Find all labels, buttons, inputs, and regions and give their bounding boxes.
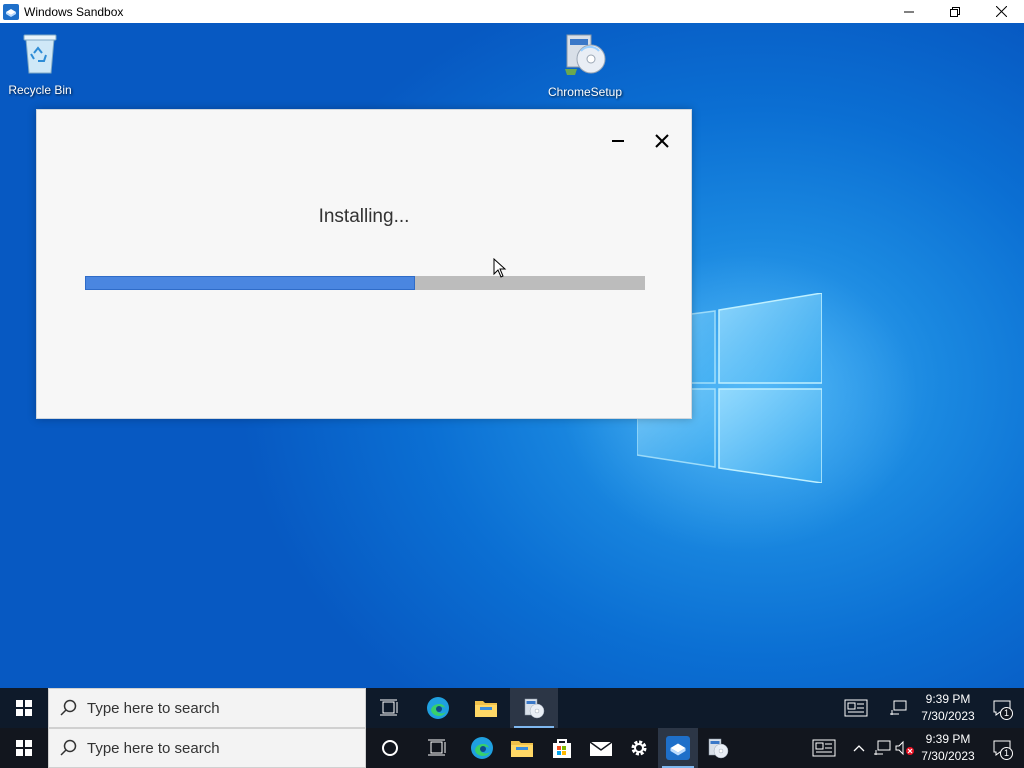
host-news-widget-button[interactable] <box>800 728 848 768</box>
restore-icon <box>950 6 960 17</box>
task-view-icon <box>380 699 398 716</box>
task-view-button[interactable] <box>366 688 414 728</box>
host-taskbar: Type here to search 9:39 PM 7/30/2023 1 <box>0 728 1024 768</box>
host-search-box[interactable]: Type here to search <box>48 728 366 768</box>
window-title: Windows Sandbox <box>24 4 124 19</box>
task-view-icon <box>428 739 446 756</box>
notifications-button[interactable]: 1 <box>980 688 1024 728</box>
recycle-bin-label: Recycle Bin <box>8 83 72 97</box>
sandbox-app-icon <box>666 736 690 760</box>
sandbox-app-icon <box>3 3 19 20</box>
host-start-button[interactable] <box>0 728 48 768</box>
minimize-icon <box>904 11 914 12</box>
host-taskbar-clock[interactable]: 9:39 PM 7/30/2023 <box>916 731 980 765</box>
folder-icon <box>475 701 497 717</box>
folder-icon <box>511 741 533 757</box>
edge-icon <box>427 697 449 719</box>
sandbox-taskbar: Type here to search 9:39 PM 7/30/2023 1 <box>0 688 1024 728</box>
taskbar-edge-button[interactable] <box>414 688 462 728</box>
clock-time: 9:39 PM <box>925 732 971 746</box>
volume-muted-icon <box>895 740 914 756</box>
host-installer-button[interactable] <box>698 728 738 768</box>
windows-start-icon <box>16 740 32 756</box>
clock-date: 7/30/2023 <box>921 749 975 763</box>
installer-icon <box>708 738 729 759</box>
taskbar-clock[interactable]: 9:39 PM 7/30/2023 <box>916 691 980 725</box>
minimize-icon <box>612 140 624 142</box>
installer-close-button[interactable] <box>647 128 677 154</box>
host-task-view-button[interactable] <box>414 728 462 768</box>
network-tray-button[interactable] <box>880 688 916 728</box>
store-button[interactable] <box>542 728 582 768</box>
progress-fill <box>85 276 416 290</box>
search-icon <box>60 699 77 716</box>
search-placeholder: Type here to search <box>87 739 220 757</box>
network-icon <box>874 740 891 755</box>
cortana-icon <box>382 740 398 756</box>
clock-date: 7/30/2023 <box>921 709 975 723</box>
host-notifications-button[interactable]: 1 <box>980 728 1024 768</box>
host-network-tray-button[interactable] <box>870 728 894 768</box>
desktop-icon-recycle-bin[interactable]: Recycle Bin <box>0 31 80 97</box>
recycle-bin-icon <box>23 34 57 74</box>
install-progress-bar <box>85 276 645 290</box>
volume-tray-button[interactable] <box>894 728 916 768</box>
restore-button[interactable] <box>932 0 978 23</box>
clock-time: 9:39 PM <box>925 692 971 706</box>
chevron-up-icon <box>853 745 865 752</box>
desktop-icon-chromesetup[interactable]: ChromeSetup <box>545 29 625 99</box>
mouse-cursor-icon <box>493 258 507 278</box>
gear-icon <box>631 740 647 756</box>
notification-count: 1 <box>1000 707 1013 720</box>
installing-status: Installing... <box>318 206 410 227</box>
sandbox-titlebar[interactable]: Windows Sandbox <box>0 0 1024 24</box>
installer-icon <box>565 34 606 75</box>
search-placeholder: Type here to search <box>87 699 220 717</box>
close-button[interactable] <box>978 0 1024 23</box>
close-icon <box>655 134 669 148</box>
mail-button[interactable] <box>582 728 620 768</box>
host-file-explorer-button[interactable] <box>502 728 542 768</box>
close-icon <box>995 6 1007 17</box>
network-icon <box>890 700 907 715</box>
settings-button[interactable] <box>620 728 658 768</box>
host-edge-button[interactable] <box>462 728 502 768</box>
news-icon <box>812 739 836 757</box>
start-button[interactable] <box>0 688 48 728</box>
notification-count: 1 <box>1000 747 1013 760</box>
installer-minimize-button[interactable] <box>603 128 633 154</box>
installer-icon <box>524 698 545 719</box>
taskbar-installer-button[interactable] <box>510 688 558 728</box>
show-hidden-icons-button[interactable] <box>848 728 870 768</box>
edge-icon <box>471 737 493 759</box>
host-sandbox-button[interactable] <box>658 728 698 768</box>
cortana-button[interactable] <box>366 728 414 768</box>
store-icon <box>553 739 571 758</box>
mail-icon <box>589 741 613 756</box>
minimize-button[interactable] <box>886 0 932 23</box>
installer-dialog: Installing... <box>36 109 692 419</box>
taskbar-search-box[interactable]: Type here to search <box>48 688 366 728</box>
windows-start-icon <box>16 700 32 716</box>
taskbar-file-explorer-button[interactable] <box>462 688 510 728</box>
news-widget-button[interactable] <box>832 688 880 728</box>
news-icon <box>844 699 868 717</box>
search-icon <box>60 739 77 756</box>
chromesetup-label: ChromeSetup <box>547 85 623 99</box>
